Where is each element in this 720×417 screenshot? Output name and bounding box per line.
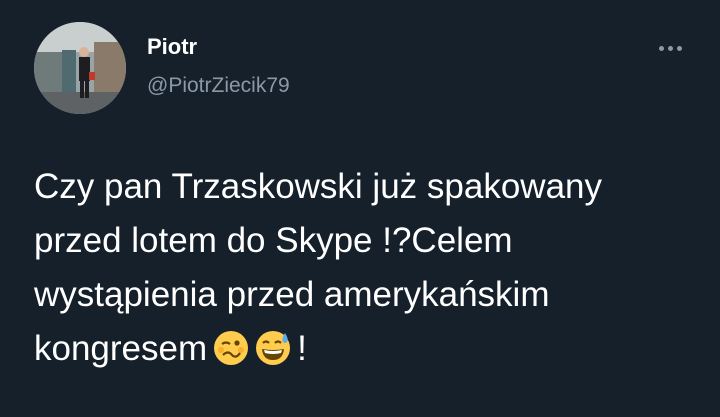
tweet-line: Czy pan Trzaskowski już spakowany xyxy=(34,167,602,206)
more-options-button[interactable] xyxy=(650,38,690,58)
tweet-text: Czy pan Trzaskowski już spakowany przed … xyxy=(34,160,704,382)
user-handle[interactable]: @PiotrZiecik79 xyxy=(147,74,290,98)
more-horizontal-icon-dot xyxy=(667,45,673,51)
tweet-line: wystąpienia przed amerykańskim xyxy=(34,275,550,314)
more-horizontal-icon xyxy=(658,45,664,51)
avatar-photo xyxy=(34,22,126,114)
tweet-ending: ! xyxy=(297,329,307,368)
tweet-line: przed lotem do Skype !?Celem xyxy=(34,221,513,260)
tweet-line: kongresem xyxy=(34,329,208,368)
avatar[interactable] xyxy=(34,22,126,114)
more-horizontal-icon-dot xyxy=(676,45,682,51)
woozy-face-emoji xyxy=(213,328,249,382)
display-name[interactable]: Piotr xyxy=(147,34,197,60)
tweet-line-last: kongresem! xyxy=(34,322,704,382)
grinning-face-with-sweat-emoji xyxy=(255,328,291,382)
